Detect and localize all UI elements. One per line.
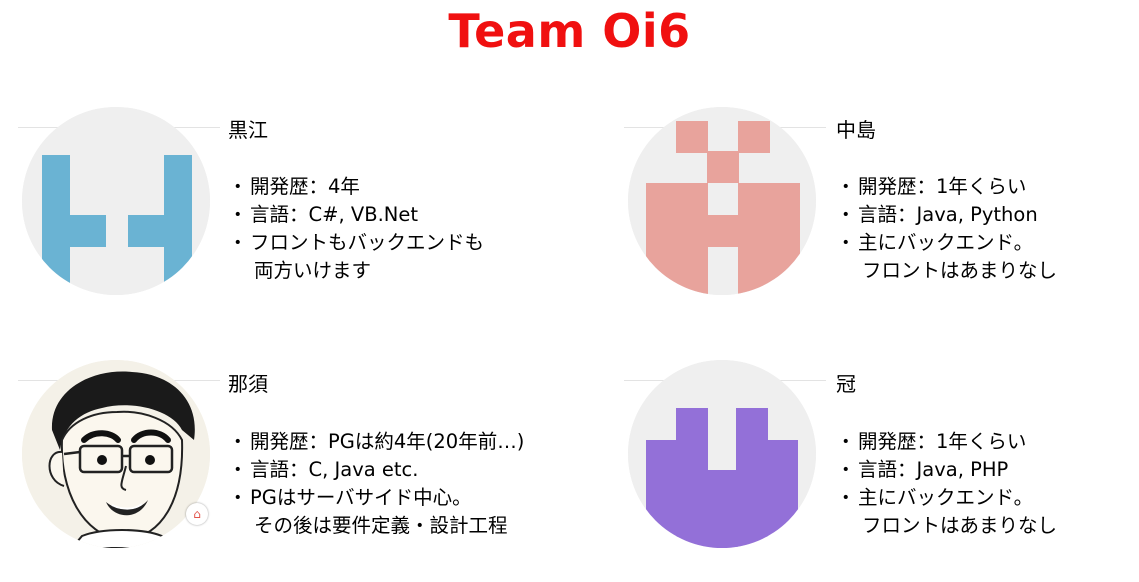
member-details: 開発歴：4年 言語：C#, VB.Net フロントもバックエンドも両方いけます: [228, 173, 484, 285]
list-item: 開発歴：4年: [228, 173, 484, 201]
pink-pixel-identicon-icon: [628, 107, 816, 295]
member-details: 開発歴：PGは約4年(20年前…) 言語：C, Java etc. PGはサーバ…: [228, 428, 524, 540]
avatar-blue-identicon: [22, 107, 210, 295]
member-name: 冠: [836, 372, 856, 396]
cartoon-portrait-icon: [22, 360, 210, 548]
list-item: 主にバックエンド。フロントはあまりなし: [836, 229, 1057, 285]
avatar-pink-identicon: [628, 107, 816, 295]
member-details: 開発歴：1年くらい 言語：Java, PHP 主にバックエンド。フロントはあまり…: [836, 428, 1057, 540]
member-name: 那須: [228, 372, 268, 396]
member-name: 黒江: [228, 118, 268, 142]
list-item: 主にバックエンド。フロントはあまりなし: [836, 484, 1057, 540]
avatar-cartoon-portrait: [22, 360, 210, 548]
list-item: フロントもバックエンドも両方いけます: [228, 229, 484, 285]
list-item: 開発歴：PGは約4年(20年前…): [228, 428, 524, 456]
list-item: 言語：C, Java etc.: [228, 456, 524, 484]
purple-pixel-identicon-icon: [628, 360, 816, 548]
list-item: 開発歴：1年くらい: [836, 428, 1057, 456]
list-item: PGはサーバサイド中心。その後は要件定義・設計工程: [228, 484, 524, 540]
avatar-purple-identicon: [628, 360, 816, 548]
page-title: Team Oi6: [448, 4, 691, 58]
list-item: 言語：Java, PHP: [836, 456, 1057, 484]
list-item: 言語：Java, Python: [836, 201, 1057, 229]
blue-pixel-identicon-icon: [22, 107, 210, 295]
member-details: 開発歴：1年くらい 言語：Java, Python 主にバックエンド。フロントは…: [836, 173, 1057, 285]
home-icon: ⌂: [186, 503, 208, 525]
list-item: 言語：C#, VB.Net: [228, 201, 484, 229]
member-name: 中島: [836, 118, 876, 142]
list-item: 開発歴：1年くらい: [836, 173, 1057, 201]
